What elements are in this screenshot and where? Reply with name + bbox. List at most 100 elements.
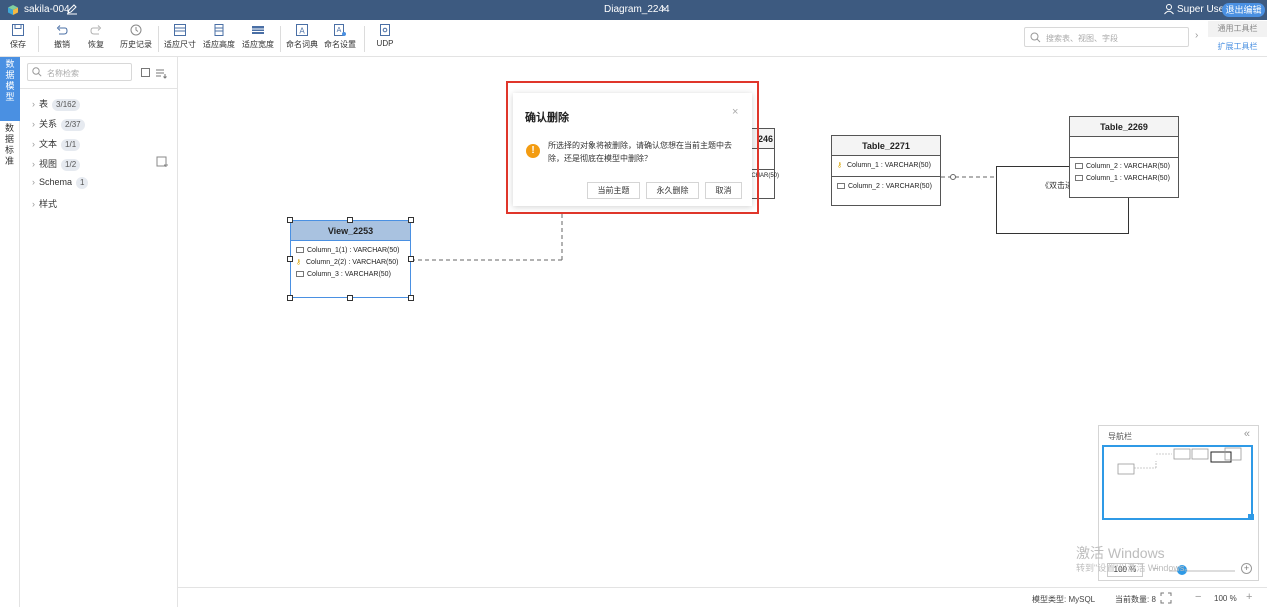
column-section: Column_2 : VARCHAR(50) Column_1 : VARCHA… <box>1070 158 1178 188</box>
expand-arrow-icon[interactable]: › <box>32 159 35 169</box>
fit-width-icon <box>252 26 264 34</box>
resize-handle[interactable] <box>408 217 414 223</box>
resize-handle[interactable] <box>287 295 293 301</box>
close-icon[interactable]: × <box>732 106 738 118</box>
save-label: 保存 <box>10 40 26 49</box>
divider <box>20 88 178 89</box>
column-icon <box>837 183 845 189</box>
history-button[interactable]: 历史记录 <box>118 23 154 55</box>
tree-item-count: 2/37 <box>61 119 85 131</box>
tree-search-placeholder: 名称检索 <box>47 69 79 78</box>
column-section: Column_2 : VARCHAR(50) <box>832 177 940 197</box>
undo-button[interactable]: 撤销 <box>50 23 74 55</box>
tree-item-tables[interactable]: › 表 3/162 <box>32 97 81 111</box>
viewport-resize-handle[interactable] <box>1248 514 1254 520</box>
resize-handle[interactable] <box>287 217 293 223</box>
search-expand-icon[interactable]: › <box>1195 30 1198 41</box>
column-row: ⚷ Column_2(2) : VARCHAR(50) <box>291 257 410 269</box>
warning-icon: ! <box>526 144 540 158</box>
exit-edit-button[interactable]: 退出编辑 <box>1222 3 1265 17</box>
tree-item-styles[interactable]: › 样式 <box>32 197 57 211</box>
resize-handle[interactable] <box>347 217 353 223</box>
diagram-chevron-icon[interactable]: › <box>662 3 665 14</box>
fit-height-icon <box>214 24 224 36</box>
tab-data-model[interactable]: 数据模型 <box>0 57 20 121</box>
undo-label: 撤销 <box>54 40 70 49</box>
delete-permanently-button[interactable]: 永久删除 <box>646 182 699 199</box>
naming-settings-button[interactable]: A 命名设置 <box>322 23 358 55</box>
expand-arrow-icon[interactable]: › <box>32 199 35 209</box>
navigator-viewport[interactable] <box>1102 445 1253 520</box>
udp-label: UDP <box>376 39 394 48</box>
fit-height-button[interactable]: 适应高度 <box>201 23 237 55</box>
tab-data-standard[interactable]: 数据标准 <box>0 121 20 179</box>
search-placeholder: 搜索表、视图、字段 <box>1046 34 1118 43</box>
column-label: Column_3 : VARCHAR(50) <box>307 271 391 278</box>
entity-view-2253[interactable]: View_2253 Column_1(1) : VARCHAR(50) ⚷ Col… <box>290 220 411 298</box>
dialog-title: 确认删除 <box>525 112 569 124</box>
tree-item-count: 3/162 <box>52 99 81 111</box>
pk-section <box>1070 137 1178 158</box>
cancel-button[interactable]: 取消 <box>705 182 742 199</box>
expand-arrow-icon[interactable]: › <box>32 119 35 129</box>
resize-handle[interactable] <box>347 295 353 301</box>
fit-width-button[interactable]: 适应宽度 <box>240 23 276 55</box>
redo-button[interactable]: 恢复 <box>84 23 108 55</box>
primary-key-icon: ⚷ <box>837 162 843 169</box>
tree-item-relations[interactable]: › 关系 2/37 <box>32 117 85 131</box>
udp-icon <box>380 24 390 36</box>
diagram-name[interactable]: Diagram_2244 <box>604 4 670 15</box>
navigator-minimap <box>1117 447 1242 475</box>
history-icon <box>130 24 142 36</box>
zoom-out-icon[interactable]: − <box>1195 591 1201 603</box>
edit-pencil-icon[interactable] <box>66 3 78 15</box>
tree-item-label: 文本 <box>39 139 58 149</box>
tree-item-text[interactable]: › 文本 1/1 <box>32 137 81 151</box>
expand-arrow-icon[interactable]: › <box>32 177 35 187</box>
entity-table-2271[interactable]: Table_2271 ⚷ Column_1 : VARCHAR(50) Colum… <box>831 135 941 206</box>
fit-size-icon <box>174 24 186 36</box>
navigator-title: 导航栏 <box>1108 432 1132 441</box>
entity-title: View_2253 <box>291 221 410 241</box>
zoom-in-icon[interactable]: + <box>1241 563 1252 574</box>
resize-handle[interactable] <box>408 295 414 301</box>
redo-icon <box>90 25 102 35</box>
tree-item-views[interactable]: › 视图 1/2 <box>32 157 81 171</box>
tree-item-label: 表 <box>39 99 49 109</box>
expand-arrow-icon[interactable]: › <box>32 139 35 149</box>
save-button[interactable]: 保存 <box>6 23 30 55</box>
column-row: Column_2 : VARCHAR(50) <box>1070 161 1178 173</box>
tab-extended-tools[interactable]: 扩展工具栏 <box>1208 39 1267 55</box>
sort-icon[interactable] <box>155 67 167 79</box>
search-icon <box>32 67 42 77</box>
zoom-in-icon[interactable]: + <box>1246 591 1252 603</box>
object-count-label: 当前数量: 8 <box>1115 595 1156 604</box>
entity-table-2269[interactable]: Table_2269 Column_2 : VARCHAR(50) Column… <box>1069 116 1179 198</box>
column-icon <box>1075 163 1083 169</box>
zoom-level[interactable]: 100 % <box>1214 594 1237 603</box>
redo-label: 恢复 <box>88 40 104 49</box>
fit-size-label: 适应尺寸 <box>164 40 196 49</box>
model-type-label: 模型类型: MySQL <box>1032 595 1096 604</box>
udp-button[interactable]: UDP <box>373 23 397 55</box>
global-search-input[interactable]: 搜索表、视图、字段 <box>1024 27 1189 47</box>
fit-screen-icon[interactable] <box>1160 592 1172 604</box>
status-bar: 模型类型: MySQL 当前数量: 8 − 100 % + <box>178 587 1267 607</box>
resize-handle[interactable] <box>408 256 414 262</box>
add-view-icon[interactable] <box>156 156 168 168</box>
resize-handle[interactable] <box>287 256 293 262</box>
collapse-icon[interactable]: « <box>1244 428 1250 440</box>
expand-arrow-icon[interactable]: › <box>32 99 35 109</box>
column-row: Column_1(1) : VARCHAR(50) <box>291 245 410 257</box>
tree-item-label: Schema <box>39 177 73 187</box>
current-topic-button[interactable]: 当前主题 <box>587 182 640 199</box>
user-name[interactable]: Super User <box>1177 4 1228 15</box>
naming-dict-button[interactable]: A 命名词典 <box>284 23 320 55</box>
tree-item-schema[interactable]: › Schema 1 <box>32 177 89 191</box>
naming-dict-label: 命名词典 <box>286 40 318 49</box>
fit-size-button[interactable]: 适应尺寸 <box>162 23 198 55</box>
select-all-checkbox[interactable] <box>141 68 150 77</box>
tab-general-tools[interactable]: 通用工具栏 <box>1208 21 1267 37</box>
fit-width-label: 适应宽度 <box>242 40 274 49</box>
tree-search-input[interactable]: 名称检索 <box>27 63 132 81</box>
